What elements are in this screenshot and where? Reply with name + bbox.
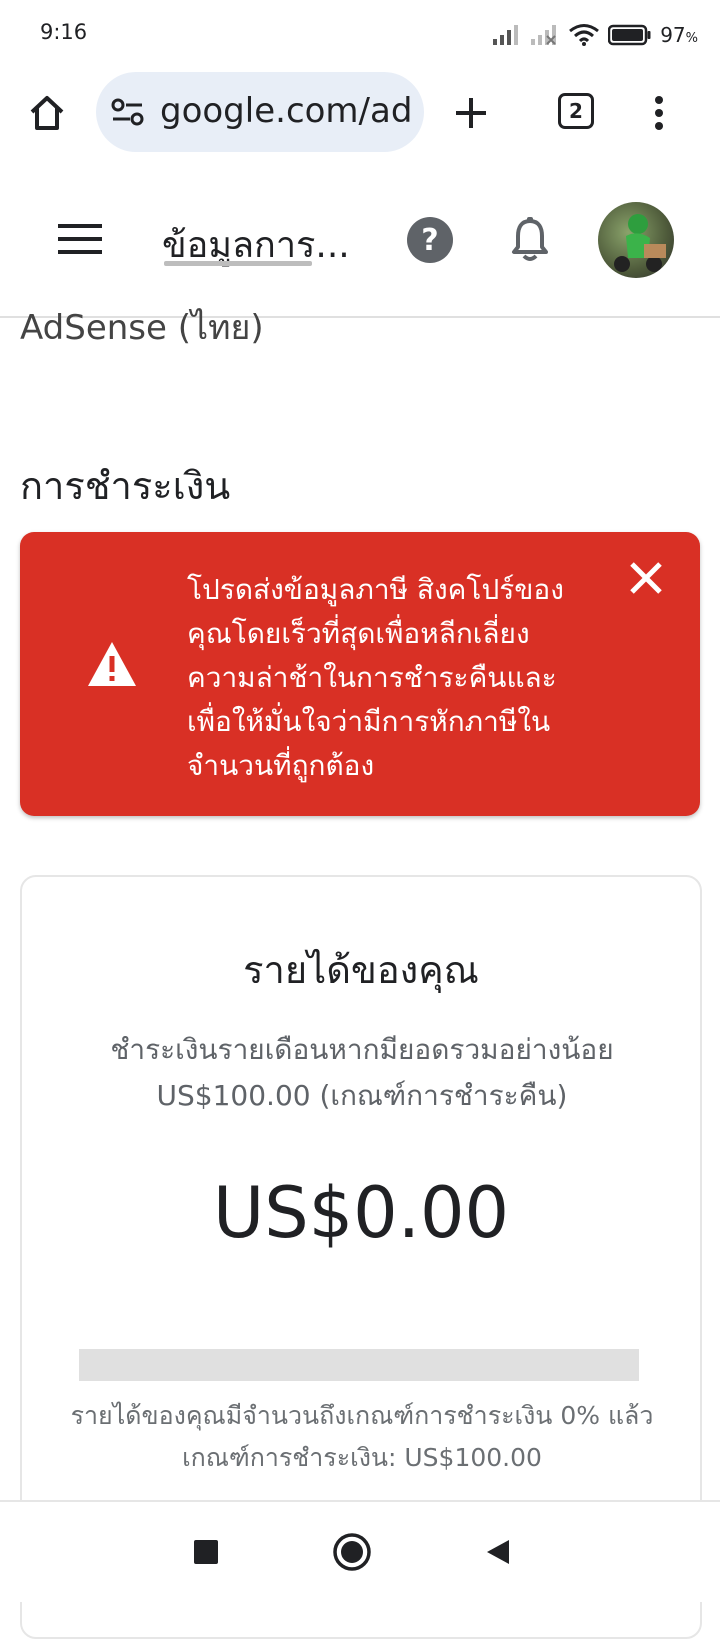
new-tab-icon[interactable] (446, 88, 496, 138)
partial-product-name: AdSense (ไทย) (20, 308, 264, 348)
progress-percent-text: รายได้ของคุณมีจำนวนถึงเกณฑ์การชำระเงิน 0… (70, 1401, 654, 1430)
svg-text:?: ? (421, 223, 438, 258)
status-time: 9:16 (40, 20, 88, 44)
status-icons: 97% (492, 20, 698, 50)
earnings-amount: US$0.00 (212, 1172, 510, 1254)
payment-threshold-text: เกณฑ์การชำระเงิน: US$100.00 (182, 1443, 542, 1472)
progress-caption: รายได้ของคุณมีจำนวนถึงเกณฑ์การชำระเงิน 0… (62, 1395, 662, 1479)
alert-message: โปรดส่งข้อมูลภาษี สิงคโปร์ของคุณโดยเร็วท… (187, 573, 564, 782)
url-text: google.com/ad (160, 91, 413, 131)
avatar[interactable] (598, 202, 674, 278)
tax-info-alert: โปรดส่งข้อมูลภาษี สิงคโปร์ของคุณโดยเร็วท… (20, 532, 700, 816)
home-circle-icon[interactable] (332, 1532, 372, 1572)
earnings-title: รายได้ของคุณ (243, 948, 479, 992)
signal-no-service-icon (531, 25, 557, 45)
home-icon[interactable] (22, 88, 72, 138)
close-icon[interactable] (622, 554, 670, 602)
wifi-icon (569, 24, 600, 46)
status-bar: 9:16 97% (0, 0, 720, 70)
warning-icon (86, 640, 138, 692)
menu-icon[interactable] (52, 214, 108, 264)
site-settings-icon[interactable] (110, 96, 146, 132)
payments-heading: การชำระเงิน (20, 464, 231, 508)
battery-percent: 97% (660, 23, 698, 47)
back-triangle-icon[interactable] (478, 1532, 518, 1572)
url-bar[interactable]: google.com/ad (96, 72, 424, 152)
notification-bell-icon[interactable] (508, 214, 552, 264)
help-icon[interactable]: ? (406, 216, 454, 264)
payment-threshold-progress (79, 1349, 639, 1381)
recents-square-icon[interactable] (186, 1532, 226, 1572)
system-nav-bar (0, 1500, 720, 1602)
app-header: ข้อมูลการ... ? (0, 166, 720, 318)
browser-toolbar: google.com/ad 2 (0, 70, 720, 168)
signal-icon (493, 25, 519, 45)
tab-switcher-icon[interactable]: 2 (558, 93, 594, 129)
more-vert-icon[interactable] (644, 88, 674, 138)
battery-icon (608, 24, 651, 46)
earnings-description: ชำระเงินรายเดือนหากมียอดรวมอย่างน้อย US$… (110, 1033, 614, 1112)
title-underline (164, 261, 312, 266)
